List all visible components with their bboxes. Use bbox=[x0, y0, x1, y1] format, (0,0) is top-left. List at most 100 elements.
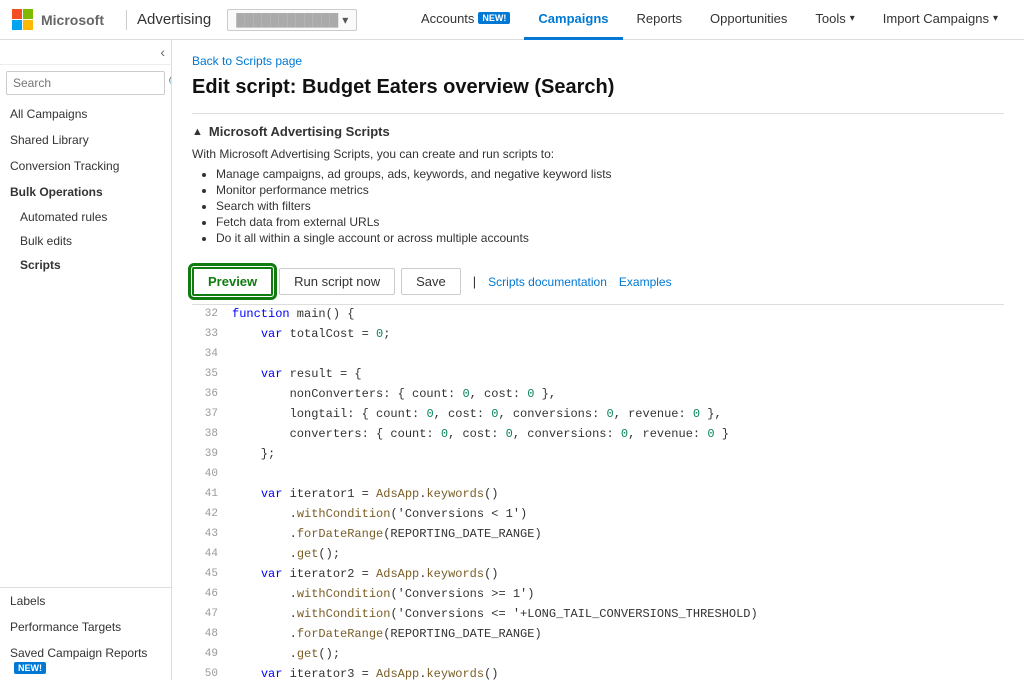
line-content: var iterator1 = AdsApp.keywords() bbox=[228, 485, 1004, 503]
accounts-new-badge: NEW! bbox=[478, 12, 510, 24]
nav-opportunities[interactable]: Opportunities bbox=[696, 0, 801, 40]
line-content: var iterator3 = AdsApp.keywords() bbox=[228, 665, 1004, 680]
scripts-bullet-1: Monitor performance metrics bbox=[216, 183, 1004, 197]
line-number: 48 bbox=[192, 625, 228, 643]
search-box[interactable]: 🔍 bbox=[6, 71, 165, 95]
toolbar-separator: | bbox=[473, 274, 476, 289]
line-number: 38 bbox=[192, 425, 228, 443]
logo-sq-red bbox=[12, 9, 22, 19]
breadcrumb[interactable]: Back to Scripts page bbox=[192, 54, 1004, 68]
scripts-bullet-3: Fetch data from external URLs bbox=[216, 215, 1004, 229]
scripts-bullet-4: Do it all within a single account or acr… bbox=[216, 231, 1004, 245]
line-number: 37 bbox=[192, 405, 228, 423]
sidebar-item-scripts[interactable]: Scripts bbox=[0, 253, 171, 277]
sidebar-item-automated-rules[interactable]: Automated rules bbox=[0, 205, 171, 229]
scripts-bullet-2: Search with filters bbox=[216, 199, 1004, 213]
code-line: 39 }; bbox=[192, 445, 1004, 465]
line-content: .withCondition('Conversions <= '+LONG_TA… bbox=[228, 605, 1004, 623]
nav-accounts[interactable]: Accounts NEW! bbox=[407, 0, 524, 40]
scripts-description: With Microsoft Advertising Scripts, you … bbox=[192, 147, 1004, 161]
sidebar-item-labels[interactable]: Labels bbox=[0, 588, 171, 614]
code-editor[interactable]: 32function main() {33 var totalCost = 0;… bbox=[192, 305, 1004, 680]
code-line: 44 .get(); bbox=[192, 545, 1004, 565]
sidebar-toggle-area: ‹ bbox=[0, 40, 171, 65]
collapse-icon: ▲ bbox=[192, 126, 203, 138]
line-content: longtail: { count: 0, cost: 0, conversio… bbox=[228, 405, 1004, 423]
sidebar-item-shared-library[interactable]: Shared Library bbox=[0, 127, 171, 153]
top-navigation: Microsoft Advertising ████████████ ▾ Acc… bbox=[0, 0, 1024, 40]
sidebar-item-performance-targets[interactable]: Performance Targets bbox=[0, 614, 171, 640]
nav-reports[interactable]: Reports bbox=[623, 0, 697, 40]
microsoft-text: Microsoft bbox=[41, 12, 104, 28]
run-script-button[interactable]: Run script now bbox=[279, 268, 395, 295]
code-line: 38 converters: { count: 0, cost: 0, conv… bbox=[192, 425, 1004, 445]
code-line: 45 var iterator2 = AdsApp.keywords() bbox=[192, 565, 1004, 585]
line-content: var totalCost = 0; bbox=[228, 325, 1004, 343]
nav-tools[interactable]: Tools ▾ bbox=[801, 0, 868, 40]
examples-link[interactable]: Examples bbox=[619, 275, 672, 289]
script-toolbar: Preview Run script now Save | Scripts do… bbox=[192, 259, 1004, 305]
line-number: 50 bbox=[192, 665, 228, 680]
code-line: 32function main() { bbox=[192, 305, 1004, 325]
import-chevron-icon: ▾ bbox=[993, 13, 998, 24]
line-number: 32 bbox=[192, 305, 228, 323]
sidebar-item-bulk-edits[interactable]: Bulk edits bbox=[0, 229, 171, 253]
logo-squares bbox=[12, 9, 33, 30]
account-selector[interactable]: ████████████ ▾ bbox=[227, 9, 357, 31]
line-number: 36 bbox=[192, 385, 228, 403]
search-input[interactable] bbox=[13, 76, 168, 90]
sidebar-item-conversion-tracking[interactable]: Conversion Tracking bbox=[0, 153, 171, 179]
sidebar-item-saved-reports[interactable]: Saved Campaign Reports NEW! bbox=[0, 640, 171, 680]
sidebar-item-all-campaigns[interactable]: All Campaigns bbox=[0, 101, 171, 127]
line-number: 46 bbox=[192, 585, 228, 603]
code-line: 47 .withCondition('Conversions <= '+LONG… bbox=[192, 605, 1004, 625]
line-content: .withCondition('Conversions < 1') bbox=[228, 505, 1004, 523]
line-number: 49 bbox=[192, 645, 228, 663]
code-line: 36 nonConverters: { count: 0, cost: 0 }, bbox=[192, 385, 1004, 405]
line-number: 43 bbox=[192, 525, 228, 543]
line-content: .get(); bbox=[228, 645, 1004, 663]
preview-button[interactable]: Preview bbox=[192, 267, 273, 296]
tools-chevron-icon: ▾ bbox=[850, 13, 855, 24]
scripts-section-header[interactable]: ▲ Microsoft Advertising Scripts bbox=[192, 124, 1004, 139]
line-number: 35 bbox=[192, 365, 228, 383]
microsoft-logo: Microsoft bbox=[12, 9, 104, 30]
line-content: .withCondition('Conversions >= 1') bbox=[228, 585, 1004, 603]
code-line: 33 var totalCost = 0; bbox=[192, 325, 1004, 345]
sidebar-header-bulk-operations: Bulk Operations bbox=[0, 179, 171, 205]
line-number: 39 bbox=[192, 445, 228, 463]
nav-divider-1 bbox=[126, 10, 127, 30]
line-number: 40 bbox=[192, 465, 228, 483]
line-content: .get(); bbox=[228, 545, 1004, 563]
code-line: 37 longtail: { count: 0, cost: 0, conver… bbox=[192, 405, 1004, 425]
line-content: .forDateRange(REPORTING_DATE_RANGE) bbox=[228, 625, 1004, 643]
code-line: 42 .withCondition('Conversions < 1') bbox=[192, 505, 1004, 525]
line-content: function main() { bbox=[228, 305, 1004, 323]
line-content: var iterator2 = AdsApp.keywords() bbox=[228, 565, 1004, 583]
line-number: 47 bbox=[192, 605, 228, 623]
logo-sq-blue bbox=[12, 20, 22, 30]
nav-import-campaigns[interactable]: Import Campaigns ▾ bbox=[869, 0, 1012, 40]
main-layout: ‹ 🔍 All Campaigns Shared Library Convers… bbox=[0, 40, 1024, 680]
sidebar-collapse-button[interactable]: ‹ bbox=[160, 44, 165, 60]
scripts-bullet-0: Manage campaigns, ad groups, ads, keywor… bbox=[216, 167, 1004, 181]
scripts-docs-link[interactable]: Scripts documentation bbox=[488, 275, 607, 289]
save-button[interactable]: Save bbox=[401, 268, 461, 295]
line-content: var result = { bbox=[228, 365, 1004, 383]
main-content: Back to Scripts page Edit script: Budget… bbox=[172, 40, 1024, 680]
code-line: 41 var iterator1 = AdsApp.keywords() bbox=[192, 485, 1004, 505]
code-line: 40 bbox=[192, 465, 1004, 485]
line-number: 44 bbox=[192, 545, 228, 563]
logo-sq-yellow bbox=[23, 20, 33, 30]
nav-campaigns[interactable]: Campaigns bbox=[524, 0, 622, 40]
scripts-bullet-list: Manage campaigns, ad groups, ads, keywor… bbox=[192, 167, 1004, 245]
sidebar: ‹ 🔍 All Campaigns Shared Library Convers… bbox=[0, 40, 172, 680]
line-content: }; bbox=[228, 445, 1004, 463]
line-content: .forDateRange(REPORTING_DATE_RANGE) bbox=[228, 525, 1004, 543]
nav-links: Accounts NEW! Campaigns Reports Opportun… bbox=[407, 0, 1012, 40]
sidebar-bottom: Labels Performance Targets Saved Campaig… bbox=[0, 587, 171, 680]
line-number: 34 bbox=[192, 345, 228, 363]
line-number: 42 bbox=[192, 505, 228, 523]
account-chevron-icon: ▾ bbox=[342, 13, 348, 27]
line-number: 41 bbox=[192, 485, 228, 503]
